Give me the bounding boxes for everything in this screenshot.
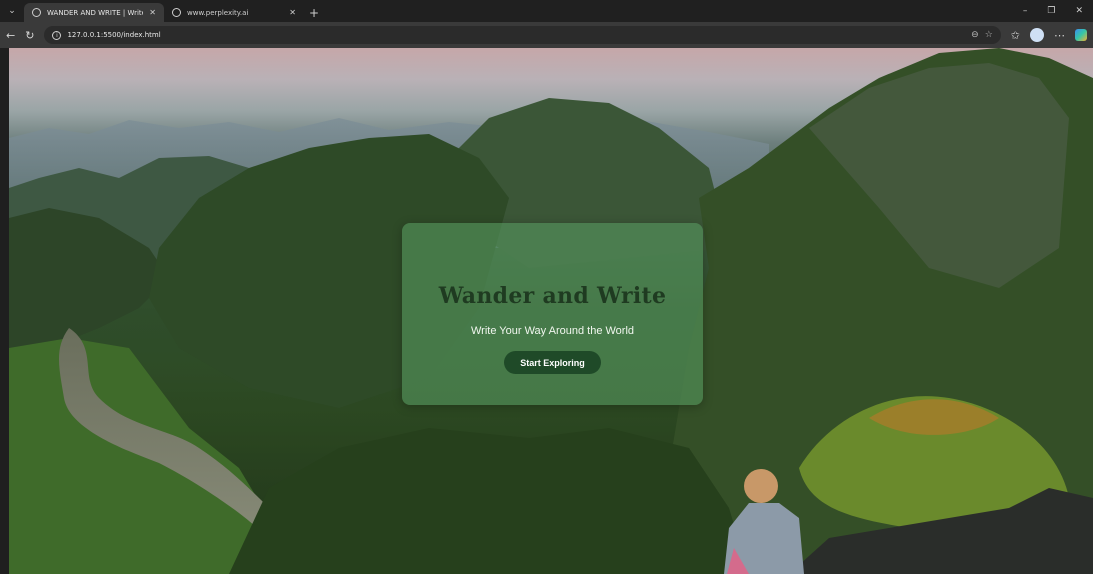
close-window-icon[interactable]: ✕ bbox=[1075, 6, 1083, 16]
copilot-icon[interactable] bbox=[1075, 29, 1087, 41]
site-info-icon[interactable]: i bbox=[52, 30, 62, 40]
hero-subtitle: Write Your Way Around the World bbox=[470, 325, 635, 337]
browser-toolbar: ← ↻ i 127.0.0.1:5500/index.html ⊖ ☆ ✩ ⋯ bbox=[0, 22, 1093, 48]
minimize-icon[interactable]: – bbox=[1023, 6, 1028, 16]
hero-card: Wander and Write Write Your Way Around t… bbox=[402, 223, 703, 405]
tab-close-icon[interactable]: ✕ bbox=[149, 8, 156, 17]
profile-avatar[interactable] bbox=[1030, 28, 1044, 42]
window-controls: – ❐ ✕ bbox=[1023, 0, 1093, 22]
perplexity-favicon-icon bbox=[172, 8, 181, 17]
refresh-icon[interactable]: ↻ bbox=[25, 29, 34, 42]
tab-perplexity[interactable]: www.perplexity.ai ✕ bbox=[164, 3, 304, 22]
browser-tab-bar: ⌄ WANDER AND WRITE | Write Your ✕ www.pe… bbox=[0, 0, 1093, 22]
address-bar[interactable]: i 127.0.0.1:5500/index.html ⊖ ☆ bbox=[44, 26, 1001, 44]
read-aloud-icon[interactable]: ⊖ bbox=[971, 30, 979, 40]
page-viewport: Wander and Write Write Your Way Around t… bbox=[9, 48, 1093, 574]
favorites-icon[interactable]: ✩ bbox=[1011, 29, 1020, 42]
tab-title: WANDER AND WRITE | Write Your bbox=[47, 8, 143, 17]
toolbar-right: ✩ ⋯ bbox=[1011, 28, 1087, 42]
tab-wander-and-write[interactable]: WANDER AND WRITE | Write Your ✕ bbox=[24, 3, 164, 22]
tab-title: www.perplexity.ai bbox=[187, 8, 249, 17]
restore-icon[interactable]: ❐ bbox=[1047, 6, 1055, 16]
tab-actions-chevron-icon[interactable]: ⌄ bbox=[0, 0, 24, 22]
hero-title: Wander and Write bbox=[438, 283, 667, 309]
new-tab-plus-icon[interactable]: + bbox=[304, 3, 324, 22]
tab-close-icon[interactable]: ✕ bbox=[289, 8, 296, 17]
favorite-star-icon[interactable]: ☆ bbox=[985, 30, 993, 40]
back-arrow-icon[interactable]: ← bbox=[6, 29, 15, 42]
globe-icon bbox=[32, 8, 41, 17]
more-menu-icon[interactable]: ⋯ bbox=[1054, 29, 1065, 42]
start-exploring-button[interactable]: Start Exploring bbox=[504, 351, 601, 374]
url-text[interactable]: 127.0.0.1:5500/index.html bbox=[67, 31, 160, 39]
